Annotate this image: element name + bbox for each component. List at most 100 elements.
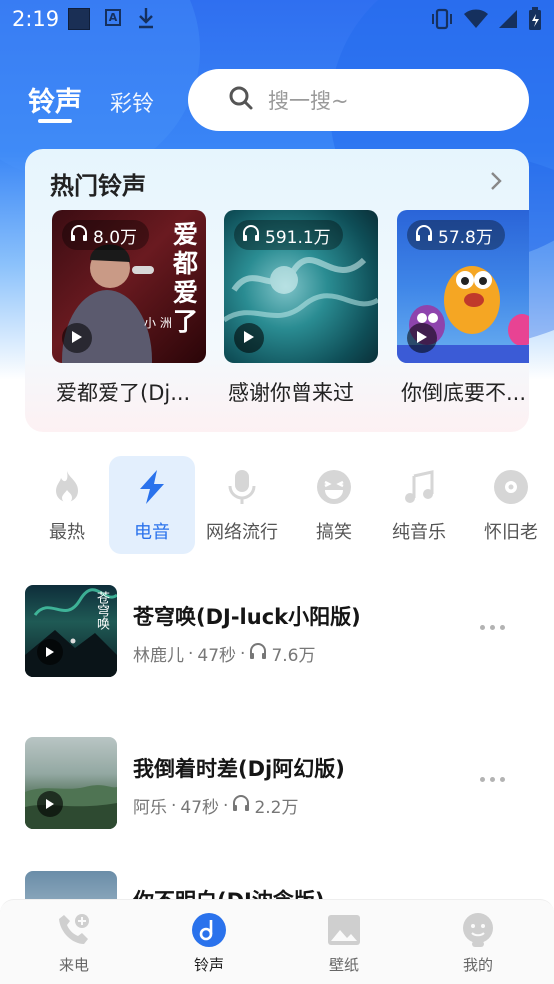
hot-card[interactable]: 591.1万 感谢你曾来过 <box>224 210 378 407</box>
nav-label: 壁纸 <box>328 956 359 974</box>
notification-a-icon: A <box>105 9 121 26</box>
meta-separator: · <box>240 643 246 664</box>
category-bar: 最热 电音 网络流行 搞笑 纯音乐 怀旧老 <box>0 456 554 556</box>
meta-separator: · <box>223 795 229 816</box>
song-cover <box>25 737 117 829</box>
profile-face-icon <box>460 912 496 948</box>
hot-ringtones-section: 热门铃声 爱 都 爱 了 小 洲 8.0万 爱都爱了(Dj... 591.1万 … <box>25 149 529 432</box>
play-count-badge: 57.8万 <box>407 220 505 250</box>
song-cover: 苍穹唤 <box>25 585 117 677</box>
headphones-icon <box>232 794 250 817</box>
category-label: 纯音乐 <box>392 522 446 543</box>
song-row[interactable]: 我倒着时差(Dj阿幻版) 阿乐 · 47秒 · 2.2万 <box>25 737 545 829</box>
category-pure-music[interactable]: 纯音乐 <box>376 456 462 554</box>
card-cover: 爱 都 爱 了 小 洲 8.0万 <box>52 210 206 363</box>
lightning-icon <box>133 468 171 506</box>
status-time: 2:19 <box>12 7 60 31</box>
song-duration: 47秒 <box>197 646 237 666</box>
category-electronic[interactable]: 电音 <box>109 456 195 554</box>
song-title: 我倒着时差(Dj阿幻版) <box>133 757 345 781</box>
cover-char: 爱 <box>172 278 198 307</box>
category-label: 怀旧老 <box>484 522 538 543</box>
image-icon <box>326 912 362 948</box>
category-internet-pop[interactable]: 网络流行 <box>199 456 285 554</box>
category-label: 网络流行 <box>206 522 278 543</box>
play-count-badge: 591.1万 <box>234 220 343 250</box>
section-title: 热门铃声 <box>50 172 146 200</box>
tab-active-indicator <box>38 119 72 123</box>
play-count-badge: 8.0万 <box>62 220 150 250</box>
play-button[interactable] <box>62 323 92 353</box>
play-icon <box>45 643 55 662</box>
bottom-nav: 来电 铃声 壁纸 我的 <box>0 899 554 984</box>
vinyl-disc-icon <box>492 468 530 506</box>
nav-label: 铃声 <box>193 956 224 974</box>
search-placeholder: 搜一搜~ <box>268 89 349 113</box>
play-count: 8.0万 <box>93 227 138 248</box>
song-duration: 47秒 <box>180 798 220 818</box>
signal-icon <box>498 9 518 33</box>
wifi-icon <box>464 9 488 33</box>
play-icon <box>416 329 428 348</box>
card-title: 你倒底要不... <box>401 381 527 405</box>
vibrate-icon <box>430 8 454 34</box>
search-icon <box>228 85 254 115</box>
headphones-icon <box>249 642 267 665</box>
music-note-icon <box>400 468 438 506</box>
headphones-icon <box>242 224 260 247</box>
category-funny[interactable]: 搞笑 <box>291 456 377 554</box>
cover-char: 爱 <box>172 220 198 249</box>
category-hot[interactable]: 最热 <box>24 456 110 554</box>
play-button[interactable] <box>407 323 437 353</box>
more-options-icon[interactable] <box>480 625 505 630</box>
song-title: 苍穹唤(DJ-luck小阳版) <box>133 605 361 629</box>
hot-card[interactable]: 爱 都 爱 了 小 洲 8.0万 爱都爱了(Dj... <box>52 210 206 407</box>
nav-wallpaper[interactable]: 壁纸 <box>299 912 389 975</box>
card-title: 爱都爱了(Dj... <box>56 381 191 405</box>
category-label: 搞笑 <box>316 522 352 543</box>
cover-subtext: 小 洲 <box>144 316 172 330</box>
nav-ringtone[interactable]: 铃声 <box>164 912 254 975</box>
cover-char: 了 <box>172 307 198 336</box>
song-artist: 林鹿儿 <box>133 646 184 666</box>
song-meta: 林鹿儿 · 47秒 · 7.6万 <box>133 641 316 666</box>
category-label: 最热 <box>49 522 85 543</box>
card-cover: 57.8万 <box>397 210 529 363</box>
tab-color-ringtone[interactable]: 彩铃 <box>110 86 154 118</box>
status-bar: 2:19 A <box>0 0 554 40</box>
laughing-face-icon <box>315 468 353 506</box>
flame-icon <box>48 468 86 506</box>
song-plays: 2.2万 <box>254 798 299 818</box>
hot-card[interactable]: 57.8万 你倒底要不... <box>397 210 529 407</box>
nav-incoming-call[interactable]: 来电 <box>29 912 119 975</box>
song-plays: 7.6万 <box>271 646 316 666</box>
card-cover: 591.1万 <box>224 210 378 363</box>
play-icon <box>71 329 83 348</box>
nav-label: 我的 <box>462 956 493 974</box>
phone-call-icon <box>56 912 92 948</box>
category-label: 电音 <box>134 522 170 543</box>
play-count: 591.1万 <box>265 227 331 248</box>
nav-profile[interactable]: 我的 <box>433 912 523 975</box>
headphones-icon <box>415 224 433 247</box>
song-row[interactable]: 苍穹唤 苍穹唤(DJ-luck小阳版) 林鹿儿 · 47秒 · 7.6万 <box>25 585 545 677</box>
music-disc-icon <box>191 912 227 948</box>
notification-square-icon <box>68 8 90 30</box>
category-nostalgic[interactable]: 怀旧老 <box>468 456 554 554</box>
tab-ringtone[interactable]: 铃声 <box>28 80 82 119</box>
meta-separator: · <box>188 643 194 664</box>
song-meta: 阿乐 · 47秒 · 2.2万 <box>133 793 299 818</box>
play-button[interactable] <box>37 791 63 817</box>
play-button[interactable] <box>37 639 63 665</box>
headphones-icon <box>70 224 88 247</box>
more-options-icon[interactable] <box>480 777 505 782</box>
microphone-icon <box>223 468 261 506</box>
search-bar[interactable]: 搜一搜~ <box>188 69 529 131</box>
download-icon <box>136 6 156 34</box>
meta-separator: · <box>171 795 177 816</box>
cover-text: 苍穹唤 <box>94 591 109 630</box>
play-button[interactable] <box>234 323 264 353</box>
chevron-right-icon[interactable] <box>489 171 503 195</box>
play-icon <box>45 795 55 814</box>
battery-icon <box>528 7 542 35</box>
